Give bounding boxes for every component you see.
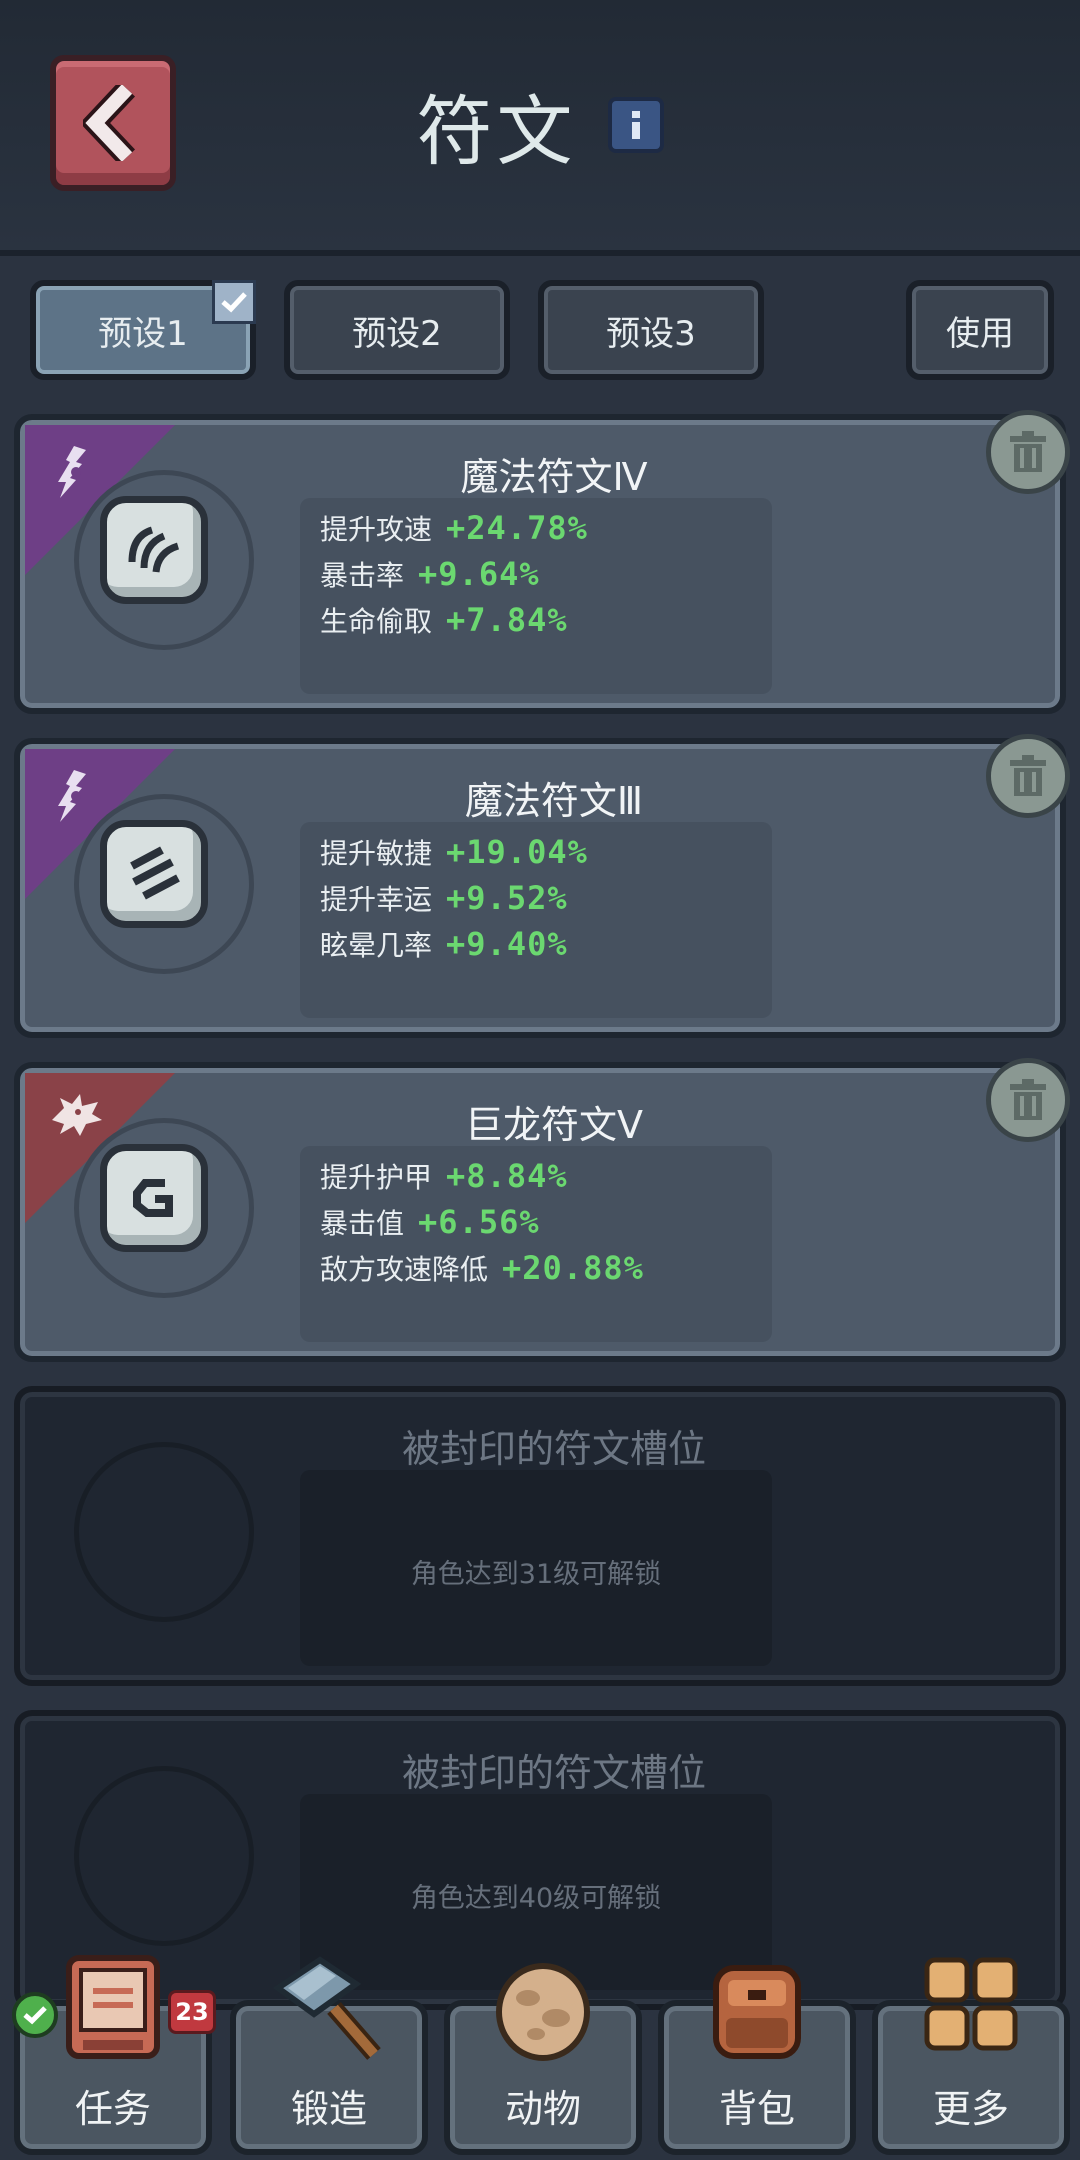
info-button[interactable] <box>607 97 664 153</box>
stat-value: +6.56% <box>418 1203 540 1241</box>
stat-label: 提升敏捷 <box>320 837 433 870</box>
nav-animals[interactable]: 动物 <box>444 1963 642 2155</box>
stat-row: 提升敏捷 +19.04% <box>320 832 588 872</box>
backpack-icon <box>713 1965 801 2059</box>
nav-backpack[interactable]: 背包 <box>658 1965 856 2155</box>
tab-preset-2-label: 预设2 <box>352 313 442 354</box>
stat-value: +24.78% <box>446 509 588 547</box>
rune-card[interactable]: 魔法符文Ⅲ 提升敏捷 +19.04% 提升幸运 +9.52% 眩晕几率 +9.40% <box>14 734 1070 1038</box>
rune-name: 巨龙符文Ⅴ <box>465 1103 643 1147</box>
tab-preset-2[interactable]: 预设2 <box>284 280 510 380</box>
stat-value: +9.64% <box>418 555 540 593</box>
stat-value: +7.84% <box>446 601 568 639</box>
stat-row: 敌方攻速降低 +20.88% <box>320 1248 644 1288</box>
stat-row: 暴击率 +9.64% <box>320 554 540 594</box>
stat-value: +9.40% <box>446 925 568 963</box>
trash-icon <box>1010 1079 1046 1120</box>
unlock-requirement: 角色达到31级可解锁 <box>410 1559 662 1590</box>
hammer-icon <box>272 1956 381 2060</box>
rune-name: 魔法符文Ⅳ <box>460 455 648 499</box>
checkmark-icon <box>221 292 247 313</box>
stat-row: 提升幸运 +9.52% <box>320 878 568 918</box>
nav-forge[interactable]: 锻造 <box>230 1956 428 2155</box>
egg-icon <box>496 1963 590 2061</box>
stat-label: 暴击值 <box>320 1207 405 1240</box>
stat-label: 敌方攻速降低 <box>320 1253 489 1286</box>
stat-label: 生命偷取 <box>320 605 433 638</box>
unlock-requirement: 角色达到40级可解锁 <box>410 1883 662 1914</box>
stat-row: 眩晕几率 +9.40% <box>320 924 568 964</box>
locked-slot-title: 被封印的符文槽位 <box>401 1427 706 1471</box>
stat-value: +8.84% <box>446 1157 568 1195</box>
stat-label: 眩晕几率 <box>320 929 433 962</box>
trash-icon <box>1010 755 1046 796</box>
tab-preset-3[interactable]: 预设3 <box>538 280 764 380</box>
tab-preset-1-label: 预设1 <box>98 313 188 354</box>
rune-stats-panel: 提升护甲 +8.84% 暴击值 +6.56% 敌方攻速降低 +20.88% <box>300 1146 772 1342</box>
stat-value: +9.52% <box>446 879 568 917</box>
rune-card[interactable]: 魔法符文Ⅳ 提升攻速 +24.78% 暴击率 +9.64% 生命偷取 +7.84% <box>14 410 1070 714</box>
stat-label: 提升护甲 <box>320 1161 433 1194</box>
quest-board-icon <box>66 1955 160 2059</box>
header-bar: 符文 <box>0 0 1080 256</box>
trash-icon <box>1010 431 1046 472</box>
stat-row: 生命偷取 +7.84% <box>320 600 568 640</box>
selected-check-badge <box>212 280 256 324</box>
nav-more[interactable]: 更多 <box>872 1957 1070 2155</box>
page-title: 符文 <box>416 87 577 176</box>
rune-name: 魔法符文Ⅲ <box>464 779 644 823</box>
nav-quests-label: 任务 <box>74 2087 151 2131</box>
nav-more-label: 更多 <box>932 2087 1009 2131</box>
three-stripe-rune-icon <box>100 820 208 928</box>
quest-complete-check-icon <box>12 1992 58 2038</box>
tab-preset-1[interactable]: 预设1 <box>30 280 256 380</box>
stat-row: 提升攻速 +24.78% <box>320 508 588 548</box>
use-button-label: 使用 <box>946 313 1014 354</box>
stat-label: 提升幸运 <box>320 883 433 916</box>
stat-row: 提升护甲 +8.84% <box>320 1156 568 1196</box>
grid-more-icon <box>924 1957 1018 2051</box>
info-icon <box>631 111 640 139</box>
locked-rune-slot: 被封印的符文槽位 角色达到31级可解锁 <box>14 1386 1066 1686</box>
rune-stats-panel: 提升攻速 +24.78% 暴击率 +9.64% 生命偷取 +7.84% <box>300 498 772 694</box>
three-curve-rune-icon <box>100 496 208 604</box>
stat-value: +19.04% <box>446 833 588 871</box>
delete-rune-button[interactable] <box>986 410 1070 494</box>
delete-rune-button[interactable] <box>986 734 1070 818</box>
stat-value: +20.88% <box>502 1249 644 1287</box>
stat-label: 提升攻速 <box>320 513 433 546</box>
nav-forge-label: 锻造 <box>290 2087 367 2131</box>
nav-animals-label: 动物 <box>504 2087 581 2131</box>
nav-backpack-label: 背包 <box>718 2087 795 2131</box>
rune-stats-panel: 提升敏捷 +19.04% 提升幸运 +9.52% 眩晕几率 +9.40% <box>300 822 772 1018</box>
delete-rune-button[interactable] <box>986 1058 1070 1142</box>
stat-row: 暴击值 +6.56% <box>320 1202 540 1242</box>
rune-card[interactable]: 巨龙符文Ⅴ 提升护甲 +8.84% 暴击值 +6.56% 敌方攻速降低 +20.88% <box>14 1058 1070 1362</box>
hook-rune-icon <box>100 1144 208 1252</box>
stat-label: 暴击率 <box>320 559 405 592</box>
quest-count-badge: 23 <box>168 1990 216 2034</box>
tab-preset-3-label: 预设3 <box>606 313 696 354</box>
bottom-nav: 任务 锻造 动物 背包 更多 <box>0 1950 1080 2160</box>
locked-slot-title: 被封印的符文槽位 <box>401 1751 706 1795</box>
use-button[interactable]: 使用 <box>906 280 1054 380</box>
locked-info-panel: 角色达到31级可解锁 <box>300 1470 772 1666</box>
